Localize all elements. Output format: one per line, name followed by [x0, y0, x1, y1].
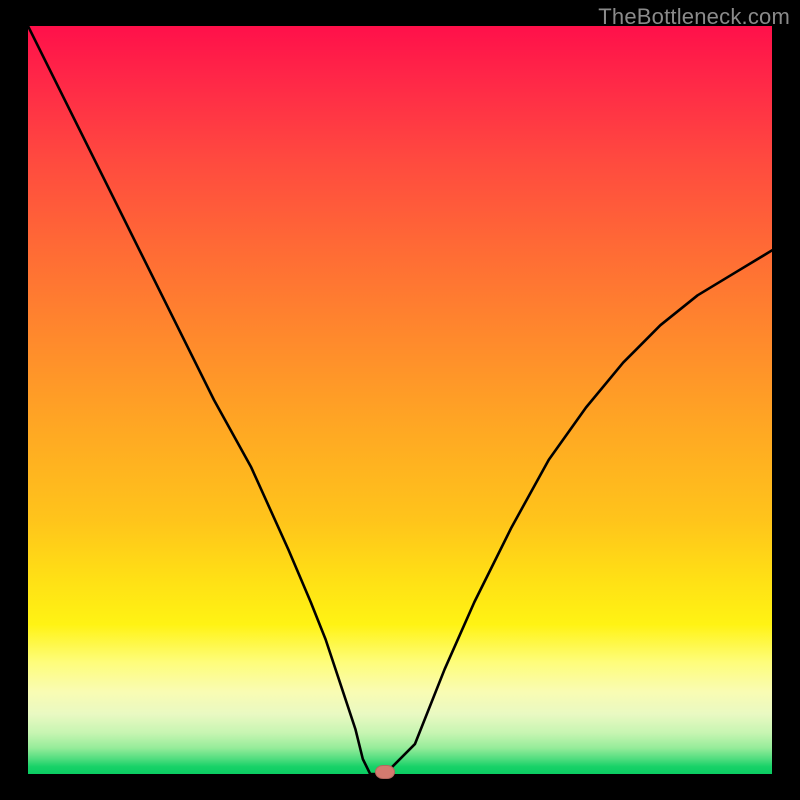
optimum-marker: [375, 765, 395, 779]
bottleneck-curve: [28, 26, 772, 774]
chart-container: TheBottleneck.com: [0, 0, 800, 800]
plot-area: [28, 26, 772, 774]
